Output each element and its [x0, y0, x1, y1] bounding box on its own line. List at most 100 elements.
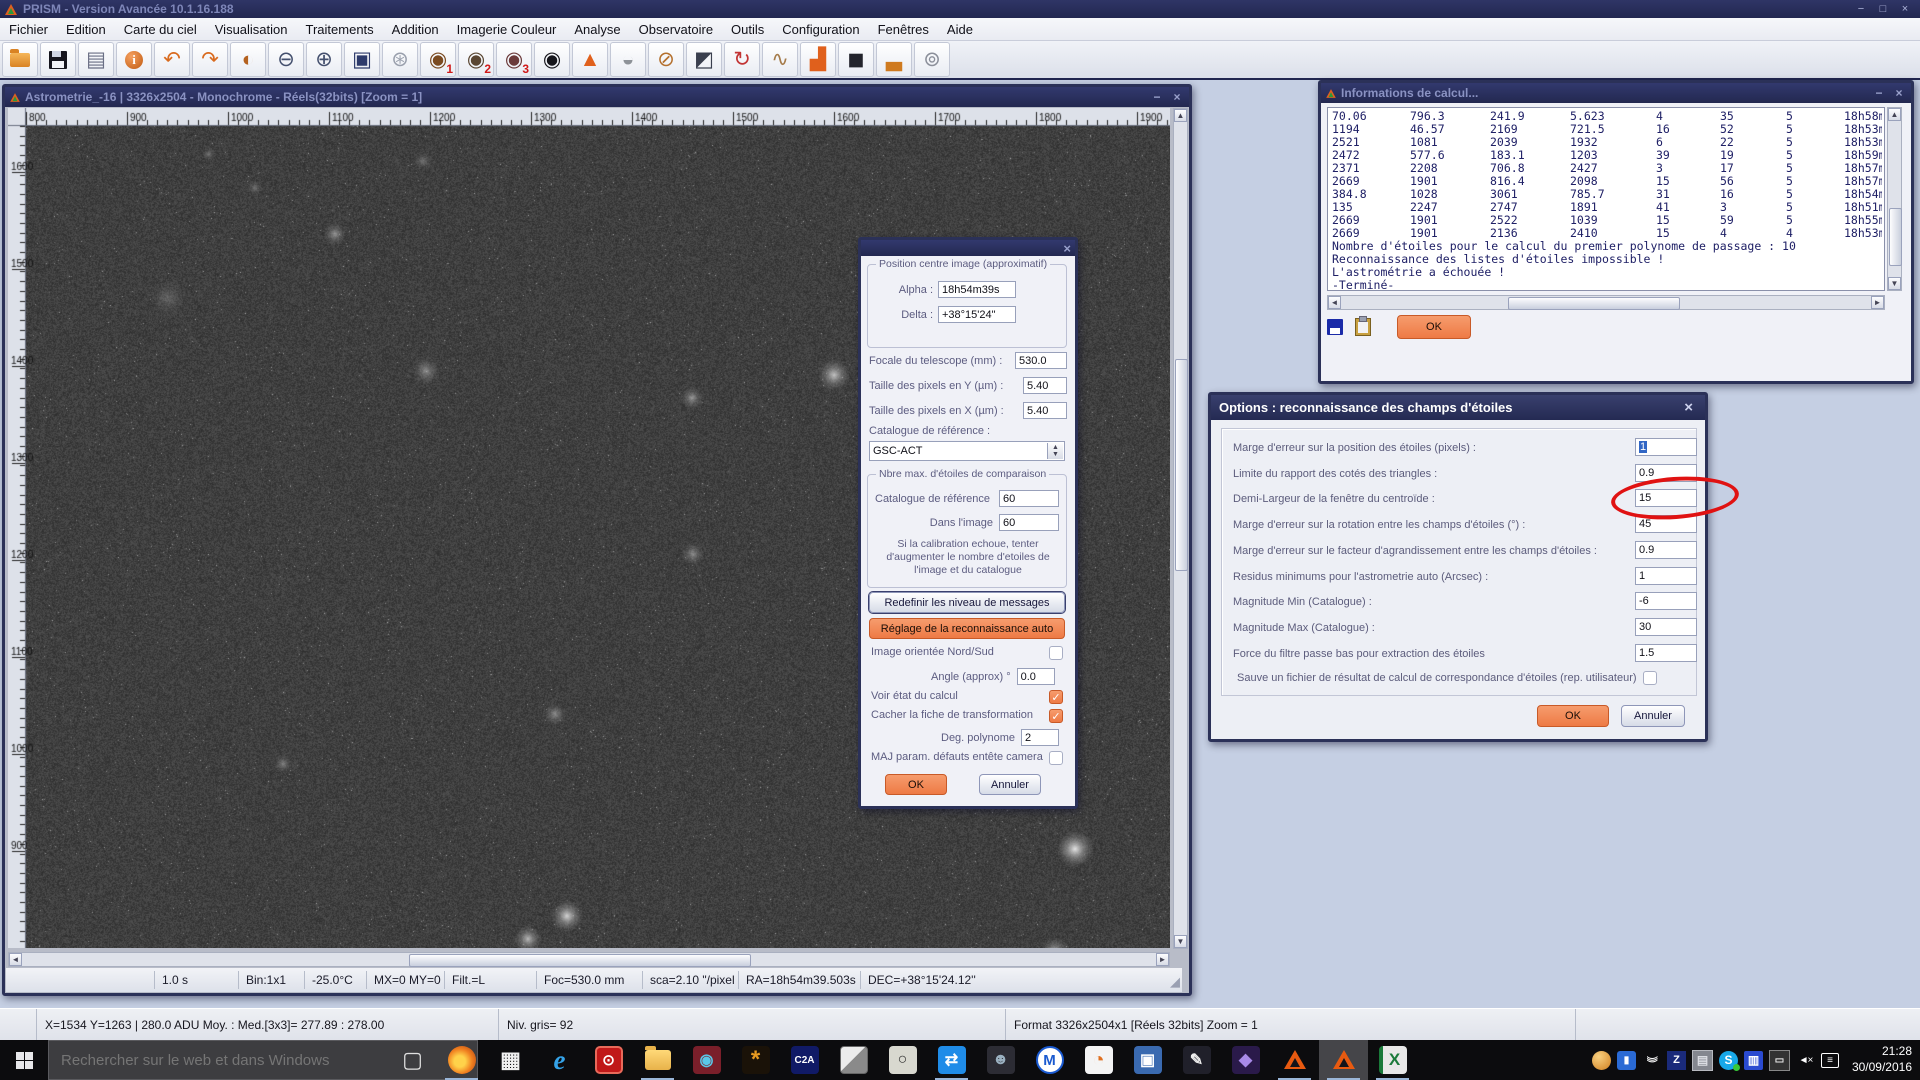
scroll-up-icon[interactable]: ▲ [1888, 108, 1901, 121]
pixel-y-field[interactable]: 5.40 [1023, 377, 1067, 394]
menu-carte-du-ciel[interactable]: Carte du ciel [115, 22, 206, 37]
minimize-icon[interactable]: − [1148, 90, 1166, 104]
scrollbar-thumb[interactable] [409, 954, 751, 967]
minimize-icon[interactable]: − [1870, 86, 1888, 100]
cancel-button[interactable]: Annuler [1621, 705, 1685, 727]
calc-info-titlebar[interactable]: Informations de calcul... − × [1321, 83, 1911, 103]
vertical-scrollbar[interactable]: ▲ ▼ [1887, 107, 1902, 291]
c2a-icon[interactable]: C2A [780, 1040, 829, 1080]
cancel-button[interactable]: Annuler [979, 774, 1041, 795]
astrometry-dialog-titlebar[interactable]: × [861, 240, 1075, 256]
pen-tool-icon[interactable]: ✎ [1172, 1040, 1221, 1080]
close-icon[interactable]: × [1680, 400, 1697, 415]
cloud-app-icon[interactable] [1592, 1051, 1611, 1070]
ok-button[interactable]: OK [1397, 315, 1471, 339]
notifications-icon[interactable]: ≡ [1821, 1053, 1839, 1068]
scroll-down-icon[interactable]: ▼ [1174, 935, 1187, 948]
start-button[interactable] [0, 1040, 48, 1080]
peak-3d-icon[interactable]: ▲ [572, 42, 608, 77]
scroll-right-icon[interactable]: ► [1156, 953, 1169, 966]
catalog-count-field[interactable]: 60 [999, 490, 1059, 507]
edge-icon[interactable]: e [535, 1040, 584, 1080]
curve-tool-icon[interactable]: ∿ [762, 42, 798, 77]
camera-2-icon[interactable]: ◉2 [458, 42, 494, 77]
calc-state-checkbox[interactable]: ✓ [1049, 690, 1063, 704]
input-device-icon[interactable]: ▭ [1769, 1050, 1790, 1071]
paw-app-icon[interactable]: * [731, 1040, 780, 1080]
close-icon[interactable]: × [1894, 2, 1916, 16]
menu-outils[interactable]: Outils [722, 22, 773, 37]
option-input[interactable]: 1.5 [1635, 644, 1697, 662]
excel-icon[interactable]: X [1368, 1040, 1417, 1080]
menu-fen-tres[interactable]: Fenêtres [869, 22, 938, 37]
swirl-app-icon[interactable]: ◔ [1074, 1040, 1123, 1080]
copy-results-icon[interactable] [1355, 318, 1371, 336]
close-icon[interactable]: × [1168, 90, 1186, 104]
image-count-field[interactable]: 60 [999, 514, 1059, 531]
open-file-icon[interactable] [2, 42, 38, 77]
save-file-icon[interactable] [40, 42, 76, 77]
wifi-icon[interactable]: ((( [1642, 1051, 1661, 1070]
polynome-field[interactable]: 2 [1021, 729, 1059, 746]
histogram-3d-icon[interactable]: ▟ [800, 42, 836, 77]
focuser-icon[interactable]: ⊚ [914, 42, 950, 77]
threshold-contrast-icon[interactable]: ◐ [230, 42, 266, 77]
option-input[interactable]: 30 [1635, 618, 1697, 636]
close-icon[interactable]: × [1890, 86, 1908, 100]
star-field-icon[interactable]: ◩ [686, 42, 722, 77]
scrollbar-thumb[interactable] [1175, 359, 1188, 571]
photo-doc-icon[interactable] [829, 1040, 878, 1080]
messenger-icon[interactable]: S [1719, 1051, 1738, 1070]
hide-sheet-checkbox[interactable]: ✓ [1049, 709, 1063, 723]
dark-frame-icon[interactable]: ◼ [838, 42, 874, 77]
menu-aide[interactable]: Aide [938, 22, 982, 37]
prism-active-icon[interactable] [1319, 1040, 1368, 1080]
horizontal-scrollbar[interactable]: ◄ ► [8, 952, 1170, 967]
gear-wheel-icon[interactable]: ⊛ [382, 42, 418, 77]
option-input[interactable]: 45 [1635, 515, 1697, 533]
image-window-titlebar[interactable]: Astrometrie_-16 | 3326x2504 - Monochrome… [5, 87, 1189, 107]
menu-edition[interactable]: Edition [57, 22, 115, 37]
flip-vertical-icon[interactable]: ↷ [192, 42, 228, 77]
gem-app-icon[interactable]: ◆ [1221, 1040, 1270, 1080]
minimize-icon[interactable]: − [1850, 2, 1872, 16]
option-input[interactable]: 0.9 [1635, 464, 1697, 482]
scroll-left-icon[interactable]: ◄ [1328, 296, 1341, 309]
menu-visualisation[interactable]: Visualisation [206, 22, 297, 37]
flip-horizontal-icon[interactable]: ↶ [154, 42, 190, 77]
zonealarm-icon[interactable]: Z [1667, 1051, 1686, 1070]
search-doc-icon[interactable]: ○ [878, 1040, 927, 1080]
menu-fichier[interactable]: Fichier [0, 22, 57, 37]
scrollbar-thumb[interactable] [1508, 297, 1680, 310]
image-operations-icon[interactable]: ▤ [78, 42, 114, 77]
spinner-icon[interactable]: ▲▼ [1047, 443, 1063, 459]
camera-3-icon[interactable]: ◉3 [496, 42, 532, 77]
derotator-icon[interactable]: ↻ [724, 42, 760, 77]
options-dialog-titlebar[interactable]: Options : reconnaissance des champs d'ét… [1211, 395, 1705, 420]
prism-instance-icon[interactable] [1270, 1040, 1319, 1080]
firefox-icon[interactable] [437, 1040, 486, 1080]
delta-field[interactable]: +38°15'24" [938, 306, 1016, 323]
menu-observatoire[interactable]: Observatoire [630, 22, 722, 37]
zoom-out-icon[interactable]: ⊖ [268, 42, 304, 77]
scroll-right-icon[interactable]: ► [1871, 296, 1884, 309]
menu-imagerie-couleur[interactable]: Imagerie Couleur [448, 22, 566, 37]
pixel-x-field[interactable]: 5.40 [1023, 402, 1067, 419]
angle-field[interactable]: 0.0 [1017, 668, 1055, 685]
calculator-icon[interactable]: ▦ [486, 1040, 535, 1080]
file-explorer-icon[interactable] [633, 1040, 682, 1080]
eye-viewer-icon[interactable]: ◉ [682, 1040, 731, 1080]
flat-frame-icon[interactable]: ▃ [876, 42, 912, 77]
focale-field[interactable]: 530.0 [1015, 352, 1067, 369]
redefine-messages-button[interactable]: Redefinir les niveau de messages [869, 592, 1065, 613]
collimation-icon[interactable]: ⊘ [648, 42, 684, 77]
north-south-checkbox[interactable] [1049, 646, 1063, 660]
m-app-icon[interactable]: M [1025, 1040, 1074, 1080]
menu-configuration[interactable]: Configuration [773, 22, 868, 37]
power-app-icon[interactable]: ⊙ [584, 1040, 633, 1080]
menu-analyse[interactable]: Analyse [565, 22, 629, 37]
scroll-up-icon[interactable]: ▲ [1174, 109, 1187, 122]
menu-addition[interactable]: Addition [383, 22, 448, 37]
maximize-icon[interactable]: □ [1872, 2, 1894, 16]
option-input[interactable]: 0.9 [1635, 541, 1697, 559]
